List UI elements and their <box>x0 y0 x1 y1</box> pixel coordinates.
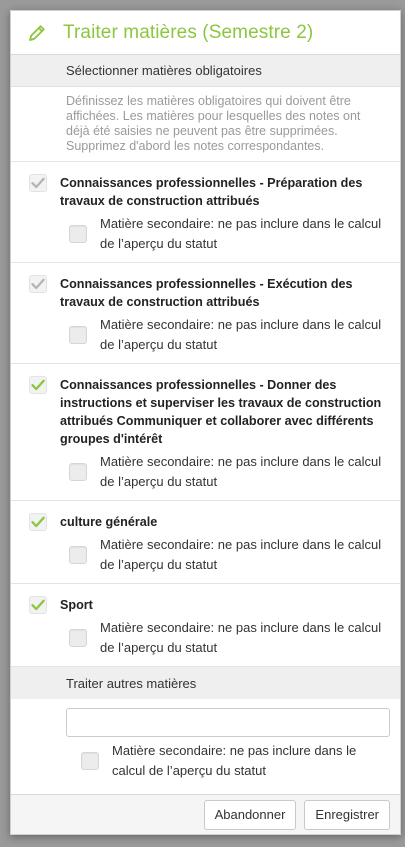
other-subjects-heading: Traiter autres matières <box>11 667 400 699</box>
dialog-title: Traiter matières (Semestre 2) <box>63 21 314 43</box>
subject-row: Sport <box>29 596 390 614</box>
other-subject-input[interactable] <box>66 708 390 737</box>
other-secondary-option: Matière secondaire: ne pas inclure dans … <box>81 741 388 781</box>
subject-name: culture générale <box>60 515 158 529</box>
check-icon <box>31 176 45 190</box>
subject-row: Connaissances professionnelles - Exécuti… <box>29 275 390 311</box>
other-subjects-block: Matière secondaire: ne pas inclure dans … <box>11 699 400 789</box>
subject-name: Connaissances professionnelles - Donner … <box>60 378 382 446</box>
other-secondary-label: Matière secondaire: ne pas inclure dans … <box>112 743 357 778</box>
save-button[interactable]: Enregistrer <box>304 799 390 830</box>
subject-item: Sport Matière secondaire: ne pas inclure … <box>11 584 400 667</box>
secondary-option: Matière secondaire: ne pas inclure dans … <box>69 214 390 254</box>
secondary-option: Matière secondaire: ne pas inclure dans … <box>69 618 390 658</box>
secondary-checkbox[interactable] <box>69 463 87 481</box>
secondary-label: Matière secondaire: ne pas inclure dans … <box>100 537 382 572</box>
subject-checkbox[interactable] <box>29 275 47 293</box>
dialog-footer: Abandonner Enregistrer <box>11 794 400 834</box>
secondary-label: Matière secondaire: ne pas inclure dans … <box>100 216 382 251</box>
subject-checkbox[interactable] <box>29 596 47 614</box>
secondary-checkbox[interactable] <box>69 629 87 647</box>
subject-item: culture générale Matière secondaire: ne p… <box>11 501 400 584</box>
check-icon <box>31 515 45 529</box>
subject-checkbox[interactable] <box>29 376 47 394</box>
dialog-body[interactable]: Sélectionner matières obligatoires Défin… <box>11 55 400 794</box>
subject-row: Connaissances professionnelles - Donner … <box>29 376 390 448</box>
subject-row: culture générale <box>29 513 390 531</box>
mandatory-subjects-heading: Sélectionner matières obligatoires <box>11 55 400 87</box>
secondary-label: Matière secondaire: ne pas inclure dans … <box>100 620 382 655</box>
check-icon <box>31 378 45 392</box>
secondary-checkbox[interactable] <box>69 225 87 243</box>
subject-checkbox[interactable] <box>29 174 47 192</box>
subject-name: Connaissances professionnelles - Exécuti… <box>60 277 353 309</box>
mandatory-subjects-description: Définissez les matières obligatoires qui… <box>11 87 400 162</box>
subject-name: Sport <box>60 598 93 612</box>
pencil-icon <box>27 22 49 44</box>
check-icon <box>31 277 45 291</box>
subject-list: Connaissances professionnelles - Prépara… <box>11 162 400 667</box>
secondary-option: Matière secondaire: ne pas inclure dans … <box>69 535 390 575</box>
secondary-checkbox[interactable] <box>69 546 87 564</box>
other-secondary-checkbox[interactable] <box>81 752 99 770</box>
secondary-option: Matière secondaire: ne pas inclure dans … <box>69 452 390 492</box>
edit-subjects-dialog: Traiter matières (Semestre 2) Sélectionn… <box>10 10 401 835</box>
subject-item: Connaissances professionnelles - Exécuti… <box>11 263 400 364</box>
secondary-checkbox[interactable] <box>69 326 87 344</box>
secondary-option: Matière secondaire: ne pas inclure dans … <box>69 315 390 355</box>
secondary-label: Matière secondaire: ne pas inclure dans … <box>100 317 382 352</box>
subject-row: Connaissances professionnelles - Prépara… <box>29 174 390 210</box>
subject-name: Connaissances professionnelles - Prépara… <box>60 176 363 208</box>
cancel-button[interactable]: Abandonner <box>203 799 297 830</box>
secondary-label: Matière secondaire: ne pas inclure dans … <box>100 454 382 489</box>
check-icon <box>31 598 45 612</box>
subject-item: Connaissances professionnelles - Donner … <box>11 364 400 501</box>
subject-item: Connaissances professionnelles - Prépara… <box>11 162 400 263</box>
dialog-header: Traiter matières (Semestre 2) <box>11 11 400 55</box>
subject-checkbox[interactable] <box>29 513 47 531</box>
